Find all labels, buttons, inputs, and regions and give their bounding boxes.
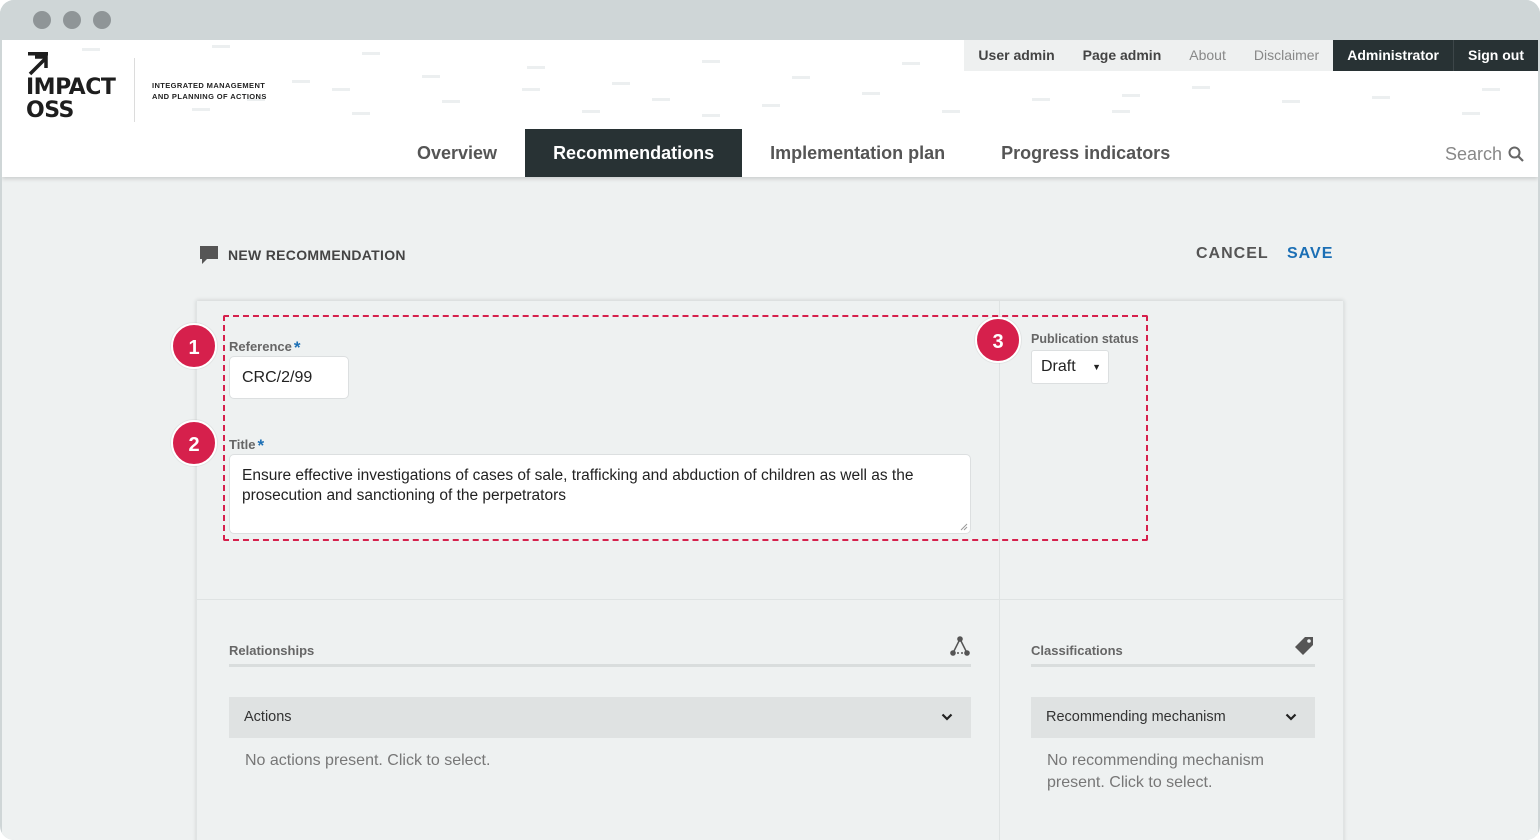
impact-oss-logo[interactable]: IMPACT OSS: [26, 52, 136, 124]
about-link[interactable]: About: [1175, 40, 1240, 71]
recommendation-form: 1 2 3 Reference * CRC/2/99 Title * Ensure …: [171, 301, 1344, 840]
callout-badge-1: 1: [171, 323, 217, 369]
disclaimer-link[interactable]: Disclaimer: [1239, 40, 1334, 71]
chevron-down-icon: [941, 713, 953, 721]
logo-divider: [134, 58, 135, 122]
recommending-mechanism-empty-message[interactable]: No recommending mechanism present. Click…: [1047, 750, 1264, 794]
search-icon: [1508, 146, 1524, 162]
required-marker: *: [257, 436, 265, 455]
classifications-section-title: Classifications: [1031, 637, 1315, 667]
recommending-mechanism-label: Recommending mechanism: [1046, 709, 1226, 725]
dropdown-caret-icon: ▼: [1092, 362, 1101, 372]
section-divider: [197, 599, 1343, 600]
site-header: IMPACT OSS INTEGRATED MANAGEMENT AND PLA…: [2, 40, 1538, 177]
comment-icon: [200, 246, 218, 264]
actions-accordion-label: Actions: [244, 709, 292, 725]
reference-input[interactable]: CRC/2/99: [229, 356, 349, 399]
title-text: Ensure effective investigations of cases…: [242, 467, 914, 504]
search-button[interactable]: Search: [1445, 143, 1524, 165]
callout-badge-2: 2: [171, 420, 217, 466]
cancel-button[interactable]: CANCEL: [1196, 245, 1269, 263]
window-close-dot[interactable]: [33, 11, 51, 29]
administrator-account-link[interactable]: Administrator: [1333, 40, 1453, 71]
page-viewport: IMPACT OSS INTEGRATED MANAGEMENT AND PLA…: [2, 40, 1538, 840]
main-nav: Overview Recommendations Implementation …: [389, 129, 1198, 177]
chevron-down-icon: [1285, 713, 1297, 721]
publication-status-select[interactable]: Draft ▼: [1031, 350, 1109, 384]
tab-progress-indicators[interactable]: Progress indicators: [973, 129, 1198, 177]
top-utility-nav: User admin Page admin About Disclaimer A…: [964, 40, 1538, 71]
title-label: Title *: [229, 436, 265, 455]
reference-label: Reference *: [229, 338, 301, 357]
search-label: Search: [1444, 143, 1502, 164]
window-minimize-dot[interactable]: [63, 11, 81, 29]
relationships-section-title: Relationships: [229, 636, 971, 667]
network-icon: [950, 636, 970, 656]
tab-recommendations[interactable]: Recommendations: [525, 129, 743, 177]
user-admin-link[interactable]: User admin: [964, 40, 1069, 71]
tab-implementation-plan[interactable]: Implementation plan: [742, 129, 973, 177]
actions-empty-message[interactable]: No actions present. Click to select.: [245, 750, 490, 772]
required-marker: *: [293, 338, 301, 357]
actions-accordion[interactable]: Actions: [229, 697, 971, 738]
window-maximize-dot[interactable]: [93, 11, 111, 29]
logo-wordmark: IMPACT OSS: [26, 75, 116, 123]
resize-grip-icon[interactable]: [960, 523, 968, 531]
publication-status-label: Publication status: [1031, 332, 1139, 346]
tab-overview[interactable]: Overview: [389, 129, 525, 177]
callout-badge-3: 3: [975, 317, 1021, 363]
publication-status-value: Draft: [1041, 358, 1076, 375]
browser-titlebar: [0, 0, 1540, 40]
browser-window: IMPACT OSS INTEGRATED MANAGEMENT AND PLA…: [0, 0, 1540, 840]
logo-tagline: INTEGRATED MANAGEMENT AND PLANNING OF AC…: [152, 81, 267, 101]
title-textarea[interactable]: Ensure effective investigations of cases…: [229, 454, 971, 534]
page-title: NEW RECOMMENDATION: [198, 244, 406, 266]
tag-icon: [1295, 637, 1313, 655]
page-admin-link[interactable]: Page admin: [1068, 40, 1176, 71]
sign-out-link[interactable]: Sign out: [1453, 40, 1538, 71]
save-button[interactable]: SAVE: [1287, 245, 1333, 263]
recommending-mechanism-accordion[interactable]: Recommending mechanism: [1031, 697, 1315, 738]
